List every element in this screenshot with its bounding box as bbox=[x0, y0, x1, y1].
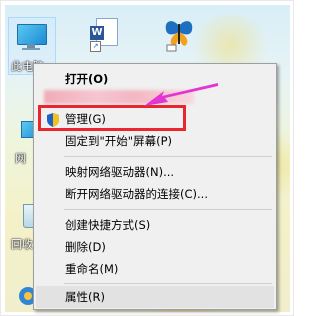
menu-item-create-shortcut[interactable]: 创建快捷方式(S) bbox=[36, 214, 274, 236]
menu-separator bbox=[64, 283, 272, 284]
menu-separator bbox=[64, 156, 272, 157]
menu-item-map-drive[interactable]: 映射网络驱动器(N)... bbox=[36, 161, 274, 183]
word-shortcut-icon[interactable]: W ↗ bbox=[90, 18, 118, 52]
menu-item-delete[interactable]: 删除(D) bbox=[36, 236, 274, 258]
menu-separator bbox=[64, 209, 272, 210]
word-letter: W bbox=[90, 26, 104, 40]
menu-item-rename[interactable]: 重命名(M) bbox=[36, 258, 274, 280]
network-label: 网 bbox=[15, 152, 26, 165]
recycle-bin-label: 回收 bbox=[11, 238, 33, 251]
pointer-arrow-icon bbox=[144, 83, 218, 106]
butterfly-icon[interactable] bbox=[163, 18, 195, 52]
this-pc-icon[interactable] bbox=[13, 20, 49, 56]
menu-item-properties[interactable]: 属性(R) bbox=[36, 286, 274, 308]
menu-item-disconnect-drive[interactable]: 断开网络驱动器的连接(C)... bbox=[36, 183, 274, 205]
menu-item-pin-start[interactable]: 固定到"开始"屏幕(P) bbox=[36, 130, 274, 152]
